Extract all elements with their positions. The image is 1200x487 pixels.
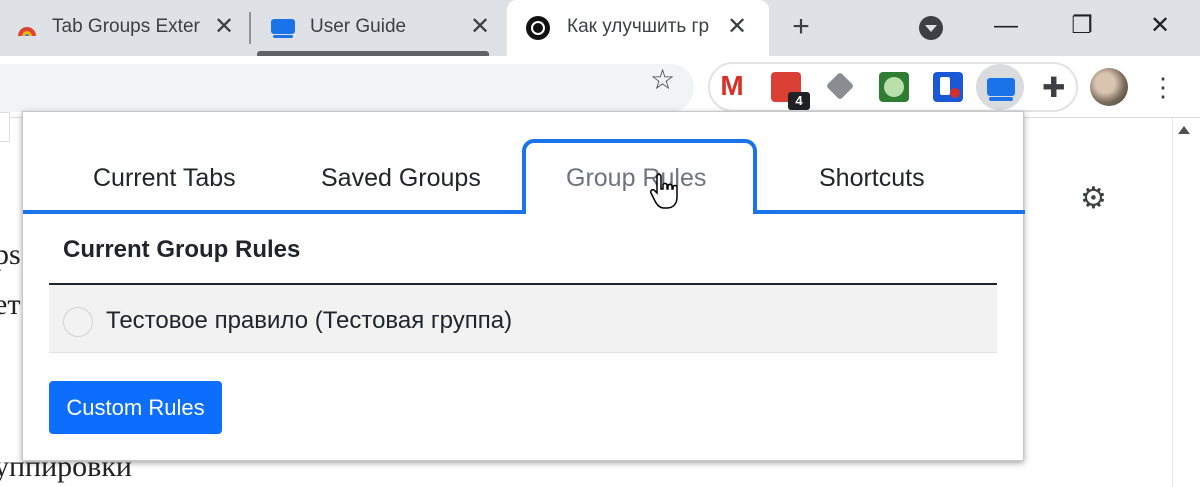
tab-close-icon[interactable]: ✕ xyxy=(725,14,749,40)
restore-button[interactable]: ❐ xyxy=(1066,10,1098,42)
rule-label: Тестовое правило (Тестовая группа) xyxy=(106,307,513,334)
section-title: Current Group Rules xyxy=(63,236,301,263)
tab-search-icon[interactable] xyxy=(919,16,943,40)
tab-groups-popup: Current Tabs Saved Groups Group Rules Sh… xyxy=(22,111,1025,461)
rule-row[interactable]: Тестовое правило (Тестовая группа) xyxy=(49,285,997,353)
site-logo-icon xyxy=(526,16,550,40)
minimize-button[interactable]: — xyxy=(990,10,1022,42)
extensions-puzzle-icon[interactable]: ✚ xyxy=(1042,74,1065,102)
refresh-extension-icon[interactable] xyxy=(879,72,909,102)
tab-close-icon[interactable]: ✕ xyxy=(212,14,236,40)
tab-saved-groups[interactable]: Saved Groups xyxy=(321,164,481,193)
todoist-badge: 4 xyxy=(788,92,810,110)
tab-user-guide[interactable]: User Guide ✕ xyxy=(252,0,500,56)
chrome-web-store-icon xyxy=(18,27,36,36)
tab-title: Tab Groups Exter xyxy=(52,16,200,37)
page-text-fragment: ет xyxy=(0,288,21,321)
new-tab-button[interactable]: + xyxy=(786,12,816,42)
tab-title: User Guide xyxy=(310,16,407,37)
chrome-menu-icon[interactable]: ⋮ xyxy=(1150,70,1176,104)
tab-group-rules[interactable]: Group Rules xyxy=(566,164,706,193)
tab-separator xyxy=(249,12,251,44)
page-text-fragment: ps xyxy=(0,238,21,271)
popup-tab-bar: Current Tabs Saved Groups Group Rules Sh… xyxy=(23,112,1025,218)
tab-bar-underline xyxy=(754,210,1025,214)
page-element-edge xyxy=(0,112,10,142)
tab-strip: Tab Groups Exter ✕ User Guide ✕ Как улуч… xyxy=(0,0,1200,56)
rule-radio[interactable] xyxy=(63,307,93,337)
close-window-button[interactable]: ✕ xyxy=(1144,10,1176,42)
scrollbar[interactable] xyxy=(1172,118,1200,487)
settings-gear-icon[interactable]: ⚙ xyxy=(1080,184,1107,214)
bookmark-star-icon[interactable]: ☆ xyxy=(650,66,675,94)
feedly-extension-icon[interactable] xyxy=(826,72,856,102)
profile-avatar[interactable] xyxy=(1090,68,1128,106)
gmail-extension-icon[interactable] xyxy=(717,70,747,102)
tab-title: Как улучшить гр xyxy=(567,16,710,37)
address-bar[interactable] xyxy=(0,64,694,112)
tab-close-icon[interactable]: ✕ xyxy=(468,14,492,40)
tab-groups-extension-icon xyxy=(987,78,1015,101)
hand-cursor-icon xyxy=(650,173,678,209)
custom-rules-button[interactable]: Custom Rules xyxy=(49,381,222,434)
tab-active-article[interactable]: Как улучшить гр ✕ xyxy=(507,0,769,56)
tab-current-tabs[interactable]: Current Tabs xyxy=(93,164,236,193)
tab-groups-extension-icon xyxy=(271,19,295,38)
tab-bar-underline xyxy=(23,210,524,214)
pocket-extension-icon[interactable] xyxy=(933,72,963,102)
tab-tab-groups-extension[interactable]: Tab Groups Exter ✕ xyxy=(0,0,250,56)
scroll-up-arrow-icon[interactable] xyxy=(1178,126,1190,134)
tab-shortcuts[interactable]: Shortcuts xyxy=(819,164,925,193)
